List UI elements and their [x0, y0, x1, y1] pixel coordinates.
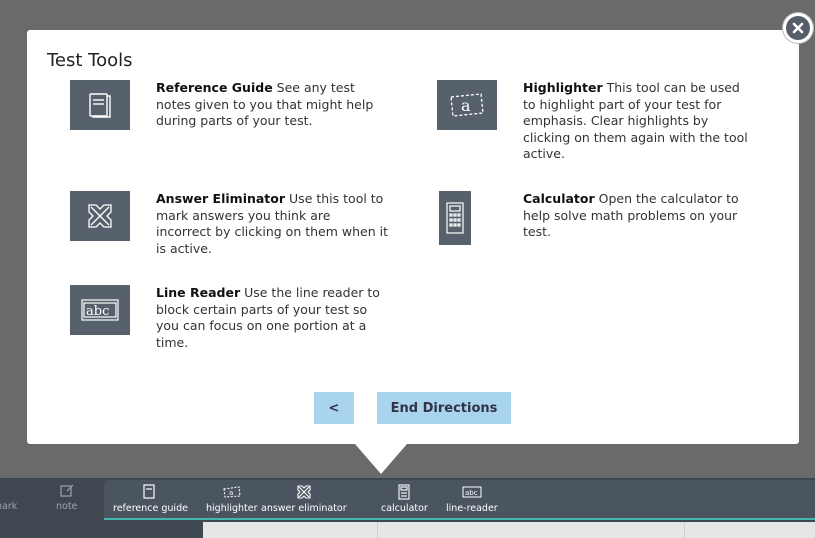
- tool-name: Highlighter: [523, 80, 603, 95]
- eliminator-icon: [70, 191, 130, 241]
- tool-name: Line Reader: [156, 285, 241, 300]
- toolbar-item-calculator[interactable]: calculator: [381, 484, 428, 514]
- line-reader-icon: abc: [462, 484, 482, 500]
- highlighter-icon: a: [437, 80, 497, 130]
- toolbar-item-reference-guide[interactable]: reference guide: [113, 484, 188, 514]
- dialog-title: Test Tools: [47, 50, 133, 71]
- calculator-icon: [439, 191, 471, 245]
- tool-name: Answer Eliminator: [156, 191, 286, 206]
- toolbar-item-note[interactable]: note: [56, 482, 77, 512]
- toolbar-item-line-reader[interactable]: abc line-reader: [446, 484, 498, 514]
- line-reader-icon: abc: [70, 285, 130, 335]
- tools-toolbar: nark note reference guide a: [0, 478, 815, 523]
- toolbar-item-answer-eliminator[interactable]: answer eliminator: [261, 484, 347, 514]
- toolbar-item-highlighter[interactable]: a highlighter: [206, 484, 258, 514]
- back-button[interactable]: <: [314, 392, 354, 424]
- book-icon: [143, 484, 157, 500]
- end-directions-button[interactable]: End Directions: [377, 392, 511, 424]
- toolbar-item-label: nark: [0, 501, 18, 512]
- dialog-pointer: [355, 444, 407, 474]
- tool-name: Calculator: [523, 191, 595, 206]
- toolbar-item-mark[interactable]: nark: [0, 482, 17, 512]
- eliminator-icon: [296, 484, 312, 500]
- book-icon: [70, 80, 130, 130]
- close-button[interactable]: [783, 13, 813, 43]
- toolbar-item-label: answer eliminator: [261, 503, 347, 514]
- tool-name: Reference Guide: [156, 80, 273, 95]
- toolbar-item-label: highlighter: [206, 503, 258, 514]
- svg-text:a: a: [461, 96, 471, 115]
- toolbar-item-label: note: [56, 501, 78, 512]
- note-icon: [60, 482, 74, 498]
- calculator-icon: [398, 484, 410, 500]
- toolbar-item-label: reference guide: [113, 503, 188, 514]
- highlighter-icon: a: [222, 484, 242, 500]
- close-icon: [786, 16, 810, 40]
- content-strip: [0, 522, 815, 538]
- svg-text:abc: abc: [86, 304, 109, 319]
- toolbar-item-label: calculator: [381, 503, 428, 514]
- test-tools-dialog: Test Tools Reference Guide See any test …: [27, 30, 799, 444]
- svg-text:abc: abc: [465, 489, 478, 497]
- toolbar-item-label: line-reader: [446, 503, 498, 514]
- tools-group: reference guide a highlighter answer eli…: [104, 480, 815, 520]
- svg-text:a: a: [229, 489, 233, 497]
